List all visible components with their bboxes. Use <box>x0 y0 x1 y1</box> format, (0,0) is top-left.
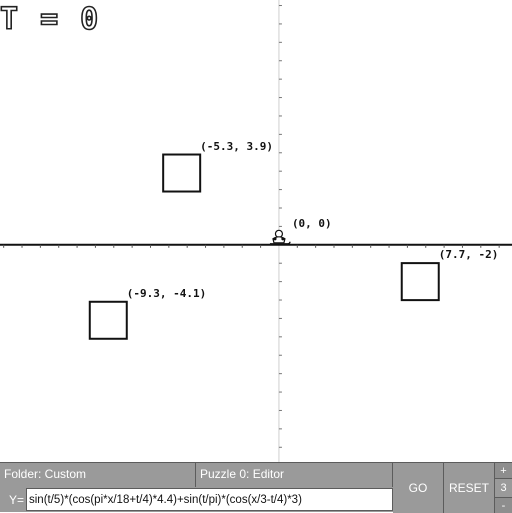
speed-increase-button[interactable]: + <box>495 463 512 479</box>
graph-area: T = 0 (-5.3, 3.9) (7.7, -2) (-9.3, -4.1) (0… <box>0 0 512 462</box>
control-bar: Folder: Custom Puzzle 0: Editor Y= GO RE… <box>0 462 512 513</box>
go-button[interactable]: GO <box>393 463 444 513</box>
target-coordinate-label: (-5.3, 3.9) <box>200 139 274 153</box>
speed-value: 3 <box>495 479 512 497</box>
puzzle-label: Puzzle 0: Editor <box>200 467 285 481</box>
target-box <box>162 153 202 193</box>
sledder-icon <box>269 229 291 245</box>
target-box <box>400 262 440 302</box>
equation-input[interactable] <box>26 488 393 511</box>
target-coordinate-label: (7.7, -2) <box>438 248 499 262</box>
reset-button[interactable]: RESET <box>444 463 495 513</box>
time-value: 0 <box>79 2 99 38</box>
time-equals: = <box>39 2 59 38</box>
graph-canvas <box>0 0 512 462</box>
target-box <box>88 300 128 340</box>
sledder-coordinate-label: (0, 0) <box>291 216 332 230</box>
target-coordinate-label: (-9.3, -4.1) <box>126 286 207 300</box>
y-equals-label: Y= <box>9 493 25 507</box>
targets <box>88 153 440 340</box>
sledder-hand <box>273 237 277 241</box>
time-label: T <box>0 2 19 38</box>
folder-label: Folder: Custom <box>4 467 87 481</box>
speed-decrease-button[interactable]: - <box>495 497 512 513</box>
puzzle-select[interactable]: Puzzle 0: Editor <box>196 463 393 487</box>
sledder-hand <box>281 237 285 241</box>
sledder <box>269 229 291 245</box>
time-display: T = 0 <box>0 2 99 38</box>
folder-select[interactable]: Folder: Custom <box>0 463 196 487</box>
axes <box>0 0 512 462</box>
